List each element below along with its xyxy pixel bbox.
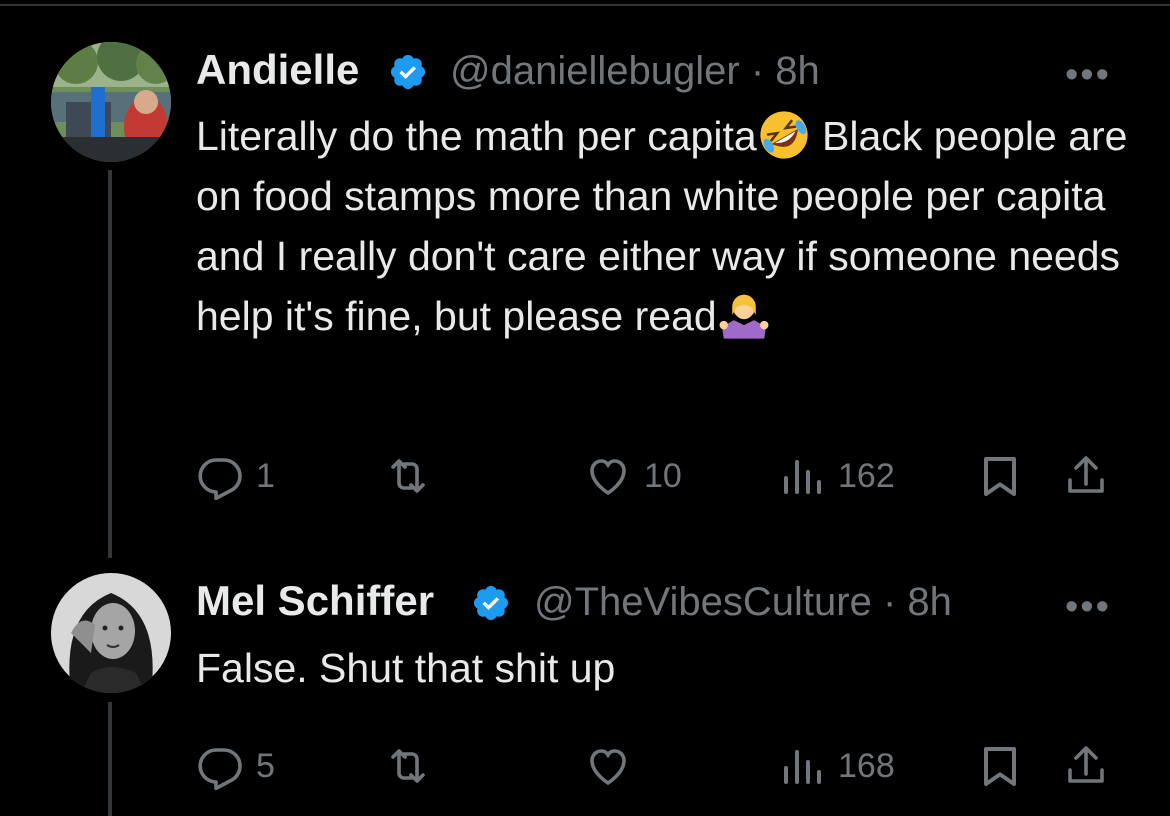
verified-badge-icon: [390, 54, 426, 90]
thread-connector-line: [108, 702, 112, 816]
verified-badge-icon: [473, 585, 509, 621]
tweet-actions: 5 168: [196, 738, 1116, 794]
display-name[interactable]: Mel Schiffer: [196, 577, 434, 625]
heart-icon: [590, 749, 626, 786]
reply-count: 1: [256, 456, 275, 495]
share-icon: [1068, 456, 1104, 493]
view-count: 162: [838, 456, 895, 495]
more-options-icon[interactable]: •••: [1065, 588, 1111, 626]
avatar[interactable]: [51, 42, 171, 162]
tweet-actions: 1 10 162: [196, 448, 1116, 504]
tweet-text: False. Shut that shit up: [196, 645, 616, 691]
handle-and-time[interactable]: @daniellebugler · 8h: [450, 49, 820, 94]
reply-icon: [198, 458, 242, 500]
separator: ·: [882, 580, 897, 624]
reply-button[interactable]: 1: [196, 448, 275, 504]
tweet-text: Literally do the math per capita Black p…: [196, 106, 1146, 346]
handle[interactable]: @TheVibesCulture: [534, 580, 872, 624]
share-icon: [1068, 746, 1104, 783]
bookmark-button[interactable]: [976, 448, 1024, 504]
separator: ·: [750, 49, 765, 93]
share-button[interactable]: [1062, 738, 1110, 794]
reply-icon: [198, 748, 242, 790]
bookmark-icon: [984, 747, 1016, 786]
retweet-icon: [391, 459, 425, 493]
heart-icon: [590, 459, 626, 496]
rolling-on-floor-laughing-icon: [760, 111, 808, 159]
timestamp[interactable]: 8h: [775, 49, 820, 93]
retweet-button[interactable]: [384, 738, 444, 794]
more-options-icon[interactable]: •••: [1065, 56, 1111, 94]
retweet-button[interactable]: [384, 448, 444, 504]
bookmark-button[interactable]: [976, 738, 1024, 794]
thread-connector-line: [108, 170, 112, 558]
timestamp[interactable]: 8h: [907, 580, 952, 624]
avatar[interactable]: [51, 573, 171, 693]
bookmark-icon: [984, 457, 1016, 496]
like-count: 10: [644, 456, 682, 495]
person-shrugging-icon: [719, 294, 769, 339]
views-button[interactable]: 162: [778, 448, 895, 504]
views-button[interactable]: 168: [778, 738, 895, 794]
view-count: 168: [838, 746, 895, 785]
analytics-icon: [784, 750, 821, 784]
display-name[interactable]: Andielle: [196, 46, 359, 94]
like-button[interactable]: [584, 738, 644, 794]
analytics-icon: [784, 460, 821, 494]
reply-button[interactable]: 5: [196, 738, 275, 794]
like-button[interactable]: 10: [584, 448, 682, 504]
retweet-icon: [391, 749, 425, 783]
reply-count: 5: [256, 746, 275, 785]
top-divider: [0, 4, 1170, 6]
share-button[interactable]: [1062, 448, 1110, 504]
handle-and-time[interactable]: @TheVibesCulture · 8h: [534, 580, 952, 625]
handle[interactable]: @daniellebugler: [450, 49, 740, 93]
